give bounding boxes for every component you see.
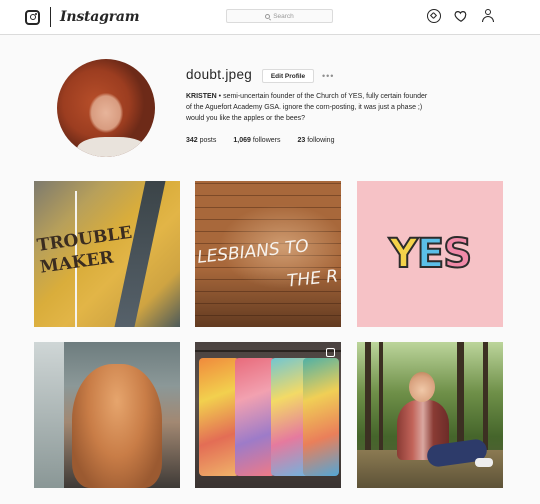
search-input[interactable]: Search: [226, 9, 333, 23]
tie-dye-shirt: [235, 358, 275, 476]
user-icon-head: [485, 9, 491, 15]
tree-trunk: [365, 342, 371, 454]
instagram-camera-icon: [25, 9, 40, 25]
post-tile-yes[interactable]: YES: [357, 181, 503, 327]
followers-label: followers: [252, 137, 281, 144]
heart-icon[interactable]: [454, 9, 468, 23]
multiple-photos-icon: [326, 348, 335, 357]
person-head: [409, 372, 435, 402]
search-placeholder: Search: [273, 12, 294, 20]
heart-icon-svg: [454, 11, 467, 22]
following-count: 23: [297, 137, 306, 144]
tie-dye-shirt: [199, 358, 239, 476]
post-tile-trouble-maker[interactable]: TROUBLE MAKER: [34, 181, 180, 327]
tree-trunk: [457, 342, 464, 454]
tree-trunk: [379, 342, 383, 454]
profile-username: doubt.jpeg: [186, 67, 253, 82]
yes-sign: YES: [388, 230, 473, 278]
curly-hair: [72, 364, 162, 488]
bio-name: KRISTEN: [186, 93, 217, 100]
more-options-icon[interactable]: •••: [322, 71, 334, 81]
bio-line-2: of the Aguefort Academy GSA. ignore the …: [186, 104, 423, 111]
shirt-print-text: TROUBLE MAKER: [35, 222, 134, 278]
tree-trunk: [483, 342, 488, 454]
post-tile-hair[interactable]: [34, 342, 180, 488]
bio-line-1: • semi-uncertain founder of the Church o…: [216, 93, 428, 100]
person-shoe: [475, 458, 493, 467]
post-tile-forest[interactable]: [357, 342, 503, 488]
logo-divider: [50, 7, 51, 27]
window-light: [34, 342, 64, 488]
avatar-shirt: [77, 137, 147, 157]
clothes-rail: [195, 350, 341, 352]
compass-icon[interactable]: [427, 9, 441, 23]
following-stat[interactable]: 23 following: [297, 137, 334, 144]
bio-line-3: would you like the apples or the bees?: [186, 115, 306, 122]
profile-avatar[interactable]: [57, 59, 155, 157]
posts-label: posts: [199, 137, 217, 144]
profile-stats: 342 posts 1,069 followers 23 following: [186, 137, 351, 144]
edit-profile-button[interactable]: Edit Profile: [262, 69, 314, 83]
home-logo-link[interactable]: Instagram: [25, 7, 140, 27]
profile-bio: KRISTEN • semi-uncertain founder of the …: [186, 91, 486, 124]
user-icon[interactable]: [481, 9, 495, 23]
followers-count: 1,069: [233, 137, 251, 144]
post-tile-tie-dye[interactable]: [195, 342, 341, 488]
posts-stat: 342 posts: [186, 137, 216, 144]
top-nav: Instagram Search: [0, 0, 540, 35]
post-tile-brick-wall[interactable]: LESBIANS TO THE R: [195, 181, 341, 327]
instagram-wordmark: Instagram: [60, 9, 140, 25]
user-icon-body: [482, 16, 494, 22]
followers-stat[interactable]: 1,069 followers: [233, 137, 280, 144]
search-icon: [265, 13, 271, 19]
tie-dye-shirt: [303, 358, 339, 476]
posts-count: 342: [186, 137, 198, 144]
following-label: following: [307, 137, 335, 144]
